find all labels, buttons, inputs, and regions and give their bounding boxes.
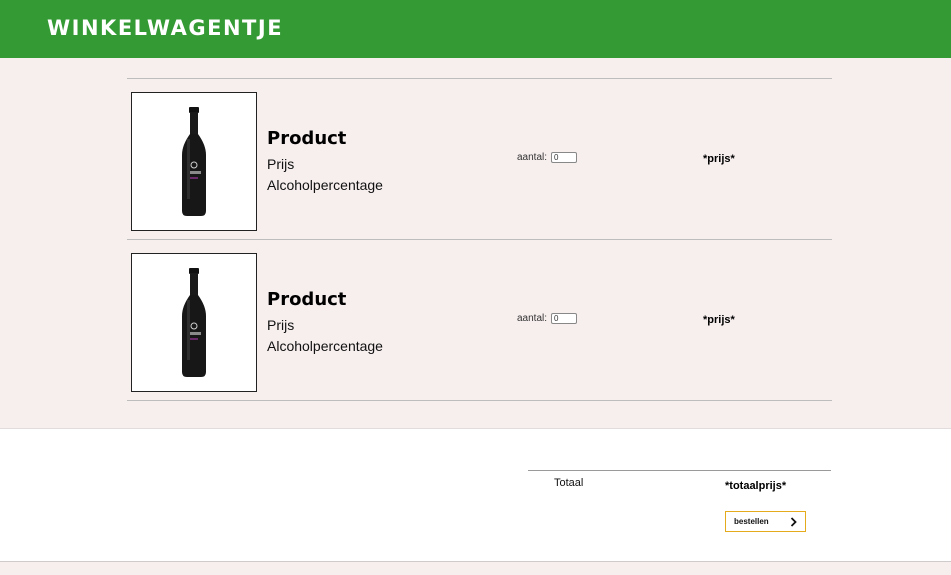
beer-bottle-icon [182, 268, 206, 377]
quantity-control: aantal: [517, 313, 578, 324]
cart-item: Product Prijs Alcoholpercentage aantal: … [127, 240, 832, 401]
beer-bottle-icon [182, 107, 206, 216]
product-name: Product [267, 289, 347, 310]
quantity-input[interactable] [551, 313, 578, 324]
order-button[interactable]: bestellen [725, 511, 806, 532]
cart-item: Product Prijs Alcoholpercentage aantal: … [127, 79, 832, 240]
quantity-label: aantal: [517, 152, 548, 163]
quantity-control: aantal: [517, 152, 578, 163]
product-price-label: Prijs [267, 156, 295, 172]
cart-list: Product Prijs Alcoholpercentage aantal: … [127, 78, 832, 401]
header: WINKELWAGENTJE [0, 0, 951, 58]
quantity-input[interactable] [551, 152, 578, 163]
quantity-label: aantal: [517, 313, 548, 324]
product-alcohol-label: Alcoholpercentage [267, 177, 383, 193]
product-image [131, 253, 257, 392]
chevron-right-icon [790, 516, 797, 527]
order-button-label: bestellen [734, 517, 769, 526]
item-price: *prijs* [703, 314, 735, 326]
item-price: *prijs* [703, 153, 735, 165]
totals-divider [528, 470, 831, 471]
total-label: Totaal [554, 477, 584, 489]
product-image [131, 92, 257, 231]
product-alcohol-label: Alcoholpercentage [267, 338, 383, 354]
page-title: WINKELWAGENTJE [47, 16, 284, 40]
product-price-label: Prijs [267, 317, 295, 333]
product-name: Product [267, 128, 347, 149]
totals-section: Totaal *totaalprijs* bestellen [0, 428, 951, 562]
total-price: *totaalprijs* [725, 480, 787, 492]
